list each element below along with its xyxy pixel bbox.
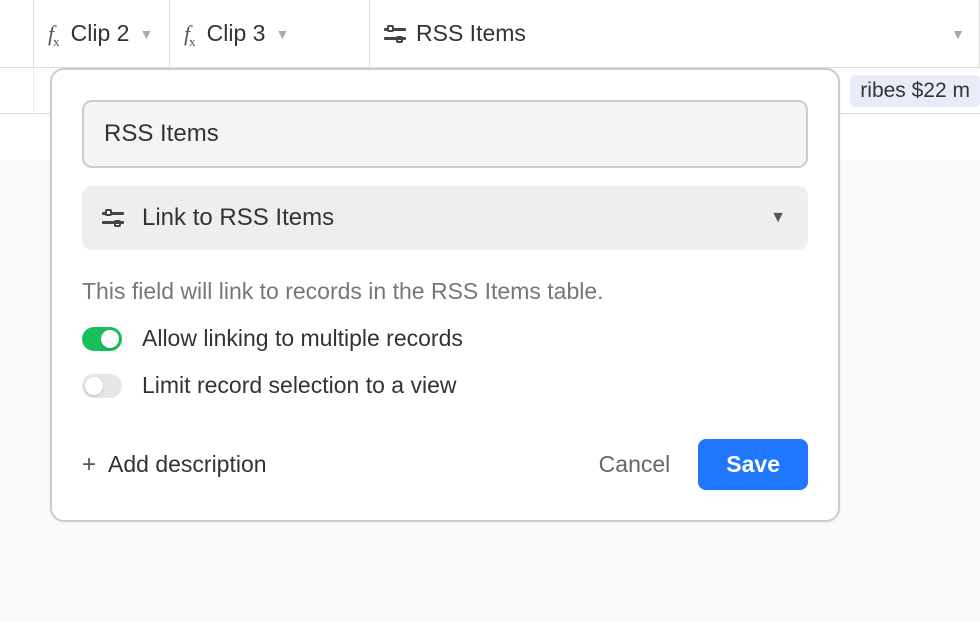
field-type-dropdown[interactable]: Link to RSS Items ▼	[82, 186, 808, 250]
linked-record-chip[interactable]: ribes $22 m	[850, 75, 980, 107]
limit-view-row: Limit record selection to a view	[82, 372, 808, 399]
column-label: Clip 2	[71, 20, 130, 47]
limit-view-toggle[interactable]	[82, 374, 122, 398]
limit-view-label: Limit record selection to a view	[142, 372, 456, 399]
chevron-down-icon[interactable]: ▼	[139, 26, 153, 42]
add-description-button[interactable]: + Add description	[82, 451, 267, 479]
chevron-down-icon[interactable]: ▼	[951, 26, 965, 42]
column-sliver	[0, 0, 34, 67]
cancel-button[interactable]: Cancel	[599, 451, 671, 478]
plus-icon: +	[82, 451, 96, 479]
field-type-label: Link to RSS Items	[142, 204, 334, 232]
column-label: RSS Items	[416, 20, 526, 47]
field-help-text: This field will link to records in the R…	[82, 278, 808, 305]
link-settings-icon	[102, 210, 124, 226]
column-header-clip3[interactable]: fx Clip 3 ▼	[170, 0, 370, 67]
column-header-clip2[interactable]: fx Clip 2 ▼	[34, 0, 170, 67]
formula-icon: fx	[184, 21, 197, 47]
formula-icon: fx	[48, 21, 61, 47]
column-headers: fx Clip 2 ▼ fx Clip 3 ▼ RSS Items ▼	[0, 0, 980, 68]
save-button[interactable]: Save	[698, 439, 808, 490]
add-description-label: Add description	[108, 451, 267, 478]
column-header-rss-items[interactable]: RSS Items ▼	[370, 0, 980, 67]
column-label: Clip 3	[207, 20, 266, 47]
allow-multi-label: Allow linking to multiple records	[142, 325, 463, 352]
chevron-down-icon[interactable]: ▼	[275, 26, 289, 42]
link-settings-icon	[384, 26, 406, 42]
cell[interactable]	[0, 68, 34, 113]
chevron-down-icon: ▼	[770, 209, 786, 227]
field-config-popover: Link to RSS Items ▼ This field will link…	[50, 68, 840, 522]
allow-multi-toggle[interactable]	[82, 327, 122, 351]
popover-footer: + Add description Cancel Save	[82, 439, 808, 490]
allow-multi-row: Allow linking to multiple records	[82, 325, 808, 352]
field-name-input[interactable]	[82, 100, 808, 168]
